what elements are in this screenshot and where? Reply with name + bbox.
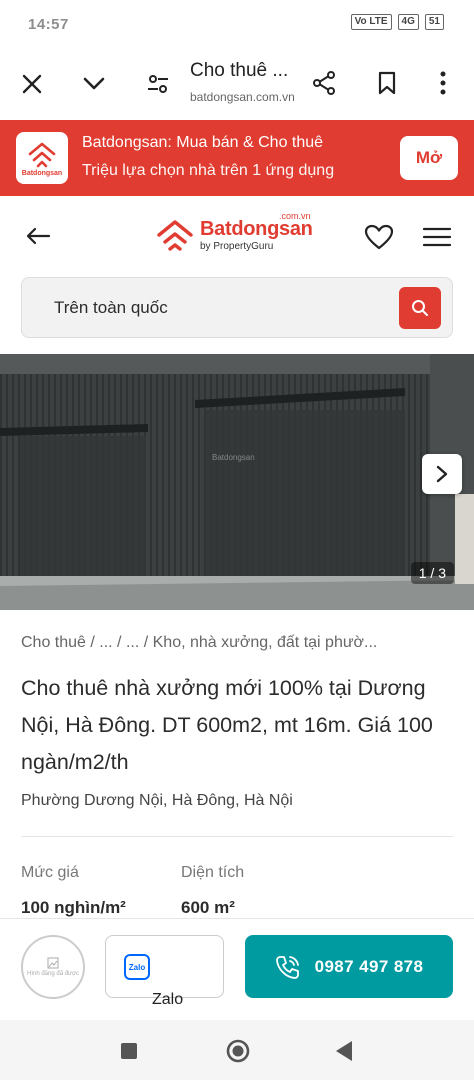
watermark-text: Batdongsan (212, 453, 255, 462)
heart-icon[interactable] (360, 218, 398, 256)
status-time: 14:57 (28, 16, 69, 33)
open-app-button[interactable]: Mở (400, 136, 458, 180)
listing-photo: Batdongsan (0, 354, 474, 610)
tab-title[interactable]: Cho thuê ... (190, 60, 288, 82)
zalo-button[interactable]: Zalo (105, 935, 224, 998)
more-vert-icon[interactable] (426, 64, 460, 102)
phone-number: 0987 497 878 (314, 956, 424, 976)
menu-icon[interactable] (418, 218, 456, 256)
status-icons: Vo LTE 4G 51 (350, 14, 444, 30)
site-header: .com.vn Batdongsan by PropertyGuru (0, 196, 474, 280)
browser-toolbar: Cho thuê ... batdongsan.com.vn (0, 52, 474, 114)
price-value: 100 nghìn/m² (21, 898, 126, 917)
chevron-right-icon (436, 465, 448, 483)
area-value: 600 m² (181, 898, 235, 917)
app-install-banner[interactable]: Batdongsan Batdongsan: Mua bán & Cho thu… (0, 120, 474, 196)
app-logo: Batdongsan (16, 132, 68, 184)
area-label: Diện tích (181, 864, 245, 881)
share-icon[interactable] (305, 64, 343, 102)
search-button[interactable] (399, 287, 441, 329)
phone-icon (275, 955, 299, 979)
system-nav-bar (0, 1020, 474, 1080)
network-badge: 4G (397, 14, 419, 30)
volte-badge: Vo LTE (350, 14, 392, 30)
location-search[interactable]: Trên toàn quốc (21, 277, 453, 338)
photo-gallery[interactable]: Batdongsan 1 / 3 (0, 354, 474, 610)
listing-title: Cho thuê nhà xưởng mới 100% tại Dương Nộ… (21, 676, 433, 774)
avatar-caption: Hình đăng đã được (27, 971, 79, 977)
banner-title: Batdongsan: Mua bán & Cho thuê (82, 134, 324, 151)
contact-bar: Hình đăng đã được Zalo Zalo 0987 497 878 (0, 918, 474, 1020)
site-logo[interactable]: .com.vn Batdongsan by PropertyGuru (156, 211, 313, 252)
breadcrumb[interactable]: Cho thuê / ... / ... / Kho, nhà xưởng, đ… (21, 634, 461, 652)
call-button[interactable]: 0987 497 878 (245, 935, 453, 998)
close-icon[interactable] (14, 66, 50, 102)
back-arrow-icon[interactable] (20, 218, 56, 254)
divider (21, 836, 453, 837)
price-label: Mức giá (21, 864, 79, 881)
agent-avatar[interactable]: Hình đăng đã được (21, 935, 85, 999)
tab-url[interactable]: batdongsan.com.vn (190, 90, 295, 104)
search-location-text[interactable]: Trên toàn quốc (54, 298, 168, 318)
recents-icon[interactable] (116, 1038, 142, 1064)
listing-address: Phường Dương Nội, Hà Đông, Hà Nội (21, 792, 293, 809)
brand-name: Batdongsan (200, 218, 313, 240)
app-logo-text: Batdongsan (21, 169, 63, 177)
battery-badge: 51 (424, 14, 444, 30)
image-placeholder-icon (47, 957, 59, 969)
banner-subtitle: Triệu lựa chọn nhà trên 1 ứng dụng (82, 162, 335, 179)
bookmark-icon[interactable] (368, 64, 406, 102)
next-photo-button[interactable] (422, 454, 462, 494)
back-nav-icon[interactable] (330, 1036, 358, 1066)
status-bar: 14:57 Vo LTE 4G 51 (0, 0, 474, 52)
brand-by: by PropertyGuru (200, 241, 274, 252)
photo-counter: 1 / 3 (410, 562, 454, 584)
brand-tld: .com.vn (279, 211, 311, 221)
search-icon (412, 300, 428, 316)
home-icon[interactable] (223, 1036, 253, 1066)
zalo-label: Zalo (152, 991, 184, 1008)
logo-house-icon (157, 220, 193, 251)
tune-icon[interactable] (140, 66, 176, 102)
zalo-icon: Zalo (124, 954, 150, 980)
chevron-down-icon[interactable] (76, 66, 112, 102)
